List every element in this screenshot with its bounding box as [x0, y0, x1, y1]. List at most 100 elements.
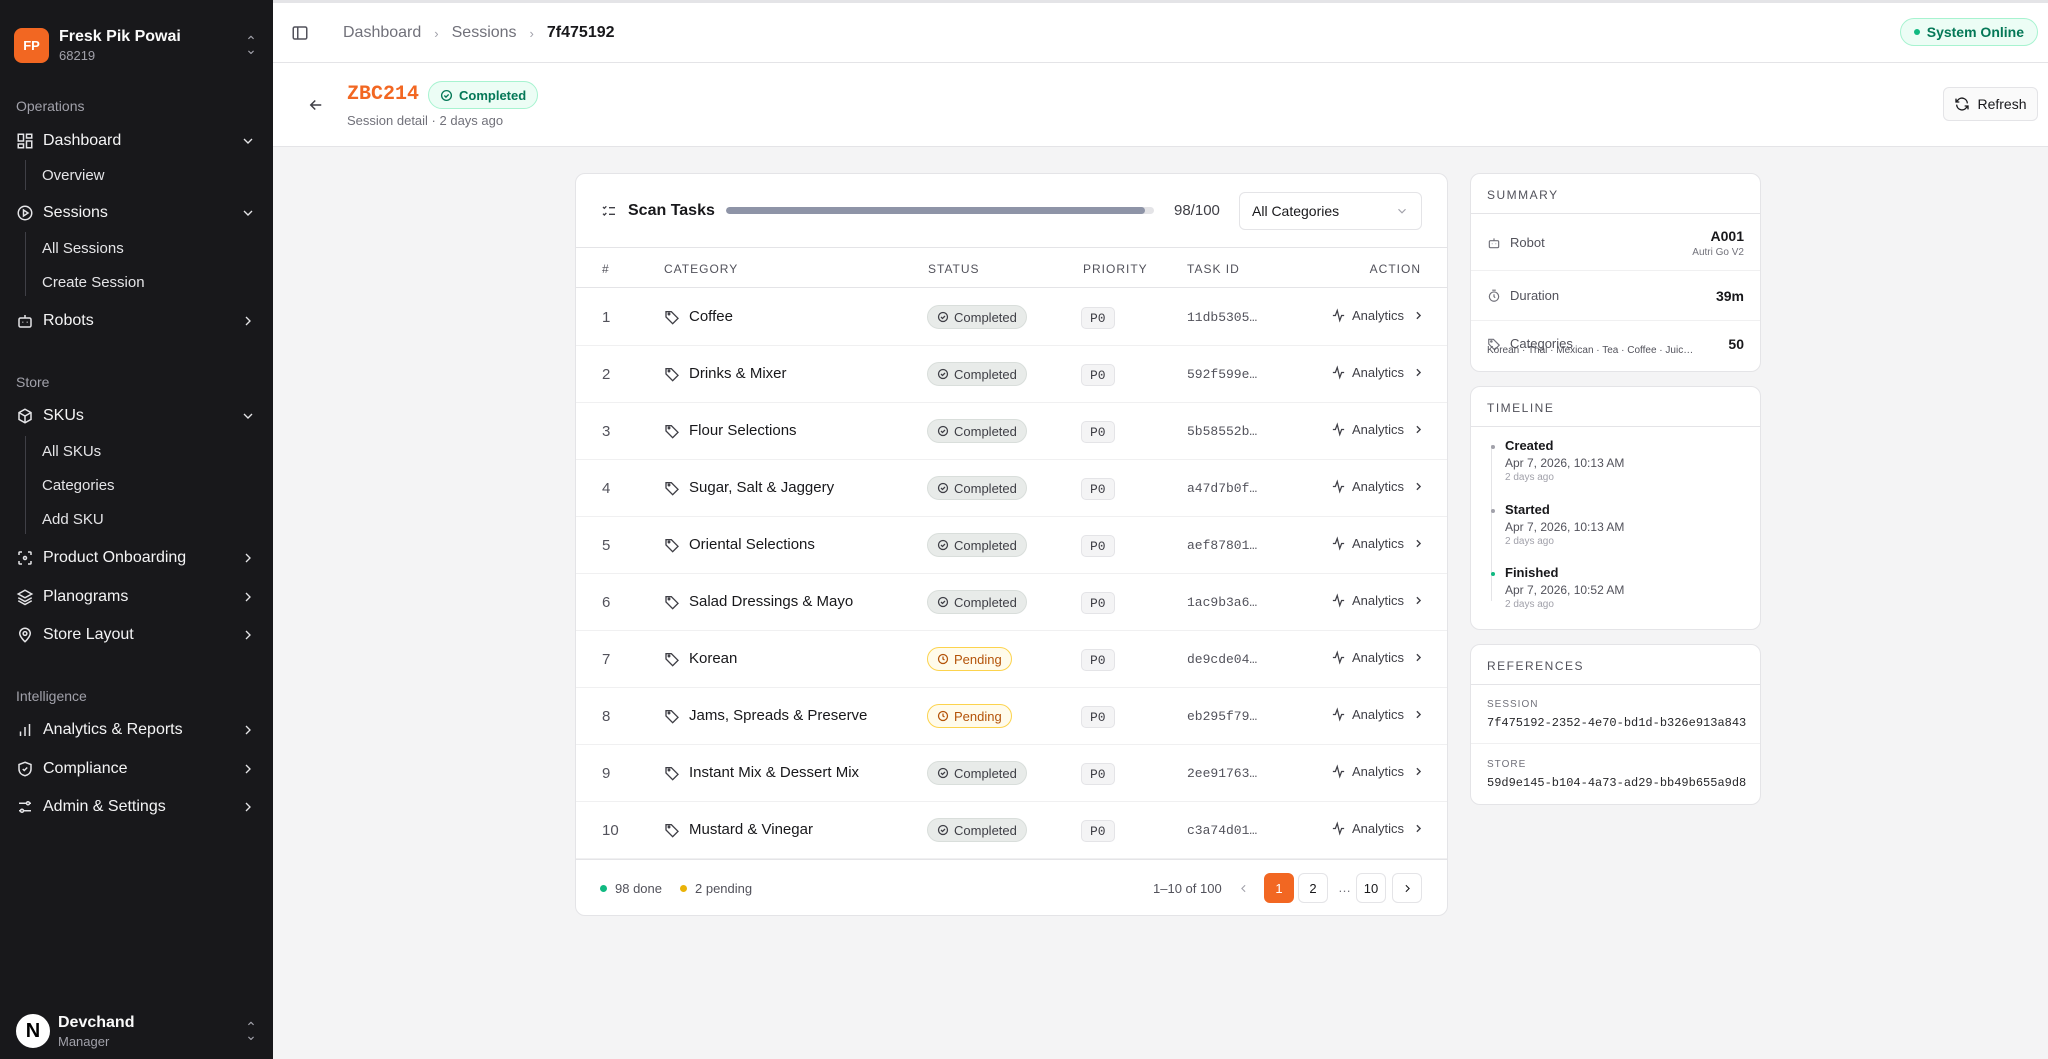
analytics-link[interactable]: Analytics — [1331, 536, 1425, 551]
analytics-link[interactable]: Analytics — [1331, 593, 1425, 608]
column-header-priority[interactable]: PRIORITY — [1083, 262, 1148, 276]
sidebar-item-robots[interactable]: Robots — [14, 304, 260, 338]
sidebar-subitem-all-skus[interactable]: All SKUs — [42, 436, 101, 466]
arrow-left-icon[interactable] — [307, 96, 325, 114]
summary-title: SUMMARY — [1471, 174, 1760, 214]
check-circle-icon — [937, 311, 949, 323]
sidebar-item-label: Product Onboarding — [43, 549, 187, 566]
breadcrumb-dashboard[interactable]: Dashboard — [343, 24, 421, 42]
analytics-link[interactable]: Analytics — [1331, 422, 1425, 437]
user-menu[interactable]: N Devchand Manager ⌃ ⌄ — [14, 1008, 260, 1054]
task-id: 592f599e… — [1187, 367, 1258, 382]
analytics-link[interactable]: Analytics — [1331, 365, 1425, 380]
sidebar-item-label: SKUs — [43, 407, 84, 424]
prev-page-button[interactable] — [1228, 873, 1258, 903]
analytics-link[interactable]: Analytics — [1331, 479, 1425, 494]
refresh-button[interactable]: Refresh — [1943, 87, 2038, 121]
sidebar-item-sessions[interactable]: Sessions — [14, 196, 260, 230]
task-id: 11db5305… — [1187, 310, 1258, 325]
org-switcher[interactable]: FP Fresk Pik Powai 68219 ⌃ ⌄ — [14, 24, 260, 66]
table-row[interactable]: 8 Jams, Spreads & Preserve Pending P0 eb295f… — [576, 688, 1447, 745]
check-circle-icon — [937, 482, 949, 494]
timeline-event-ago: 2 days ago — [1505, 536, 1554, 547]
page-button-10[interactable]: 10 — [1356, 873, 1386, 903]
tag-icon — [665, 481, 679, 496]
scan-icon — [18, 551, 32, 565]
row-category: Sugar, Salt & Jaggery — [664, 479, 834, 496]
chevron-right-icon: › — [434, 25, 439, 41]
analytics-link[interactable]: Analytics — [1331, 308, 1425, 323]
sidebar-item-analytics-reports[interactable]: Analytics & Reports — [14, 713, 260, 747]
row-category: Coffee — [664, 308, 733, 325]
priority-badge: P0 — [1081, 421, 1115, 443]
refresh-icon — [1955, 97, 1970, 111]
analytics-label: Analytics — [1351, 707, 1404, 722]
chevron-right-icon — [245, 725, 251, 735]
sidebar-subitem-overview[interactable]: Overview — [42, 160, 105, 190]
sidebar-subitem-categories[interactable]: Categories — [42, 470, 115, 500]
chevron-right-icon — [245, 592, 251, 602]
timeline-event-title: Finished — [1505, 565, 1559, 580]
analytics-label: Analytics — [1351, 479, 1404, 494]
analytics-link[interactable]: Analytics — [1331, 650, 1425, 665]
sidebar-subitem-add-sku[interactable]: Add SKU — [42, 504, 104, 534]
timeline-event-ago: 2 days ago — [1505, 599, 1554, 610]
chevron-right-icon — [1404, 884, 1410, 892]
row-category-label: Flour Selections — [689, 422, 797, 439]
sidebar-item-compliance[interactable]: Compliance — [14, 752, 260, 786]
reference-session-id[interactable]: 7f475192-2352-4e70-bd1d-b326e913a843 — [1487, 716, 1746, 730]
page-button-2[interactable]: 2 — [1298, 873, 1328, 903]
task-id: c3a74d01… — [1187, 823, 1258, 838]
chevron-right-icon — [1416, 653, 1422, 662]
org-id: 68219 — [59, 47, 96, 63]
table-row[interactable]: 3 Flour Selections Completed P0 5b58552b… Ana… — [576, 403, 1447, 460]
table-row[interactable]: 2 Drinks & Mixer Completed P0 592f599e… Analy… — [576, 346, 1447, 403]
sidebar-item-label: Dashboard — [43, 132, 122, 149]
table-row[interactable]: 10 Mustard & Vinegar Completed P0 c3a74d01… A… — [576, 802, 1447, 859]
sidebar-subitem-create-session[interactable]: Create Session — [42, 267, 145, 297]
analytics-label: Analytics — [1351, 764, 1404, 779]
analytics-link[interactable]: Analytics — [1331, 821, 1425, 836]
table-row[interactable]: 5 Oriental Selections Completed P0 aef87801…… — [576, 517, 1447, 574]
sidebar-item-label: Analytics & Reports — [43, 721, 183, 738]
table-row[interactable]: 6 Salad Dressings & Mayo Completed P0 1ac9b3… — [576, 574, 1447, 631]
sidebar-item-planograms[interactable]: Planograms — [14, 580, 260, 614]
sidebar-toggle-icon[interactable] — [291, 24, 309, 42]
row-category: Salad Dressings & Mayo — [664, 593, 853, 610]
table-row[interactable]: 4 Sugar, Salt & Jaggery Completed P0 a47d7b0… — [576, 460, 1447, 517]
reference-store-id[interactable]: 59d9e145-b104-4a73-ad29-bb49b655a9d8 — [1487, 776, 1746, 790]
row-category-label: Coffee — [689, 308, 733, 325]
sidebar-item-product-onboarding[interactable]: Product Onboarding — [14, 541, 260, 575]
column-header-status[interactable]: STATUS — [928, 262, 980, 276]
next-page-button[interactable] — [1392, 873, 1422, 903]
tag-icon — [665, 652, 679, 667]
reference-store-label: STORE — [1487, 759, 1527, 770]
scan-progress-fill — [726, 207, 1146, 214]
sidebar-item-label: Store Layout — [43, 626, 134, 643]
chevron-right-icon — [1416, 767, 1422, 776]
table-row[interactable]: 1 Coffee Completed P0 11db5305… Analytics — [576, 289, 1447, 346]
system-status-label: System Online — [1926, 24, 2024, 40]
analytics-link[interactable]: Analytics — [1331, 707, 1425, 722]
sidebar-item-skus[interactable]: SKUs — [14, 399, 260, 433]
timeline-dot-icon — [1491, 572, 1495, 576]
column-header-category[interactable]: CATEGORY — [664, 262, 738, 276]
sidebar-item-dashboard[interactable]: Dashboard — [14, 124, 260, 158]
grid-icon — [17, 133, 33, 149]
activity-icon — [1332, 821, 1345, 836]
sidebar-subitem-all-sessions[interactable]: All Sessions — [42, 233, 124, 263]
priority-badge: P0 — [1081, 535, 1115, 557]
row-number: 1 — [602, 309, 611, 326]
category-filter-select[interactable]: All Categories — [1239, 192, 1422, 230]
table-row[interactable]: 7 Korean Pending P0 de9cde04… Analytics — [576, 631, 1447, 688]
sidebar-item-admin-settings[interactable]: Admin & Settings — [14, 790, 260, 824]
page-button-1[interactable]: 1 — [1264, 873, 1294, 903]
chevron-right-icon — [1416, 539, 1422, 548]
analytics-link[interactable]: Analytics — [1331, 764, 1425, 779]
sidebar-item-store-layout[interactable]: Store Layout — [14, 618, 260, 652]
table-row[interactable]: 9 Instant Mix & Dessert Mix Completed P0 2ee… — [576, 745, 1447, 802]
breadcrumb-sessions[interactable]: Sessions — [452, 24, 517, 42]
pending-legend: 2 pending — [680, 881, 752, 896]
column-header-task-id: TASK ID — [1187, 262, 1240, 276]
row-category-label: Instant Mix & Dessert Mix — [689, 764, 860, 781]
